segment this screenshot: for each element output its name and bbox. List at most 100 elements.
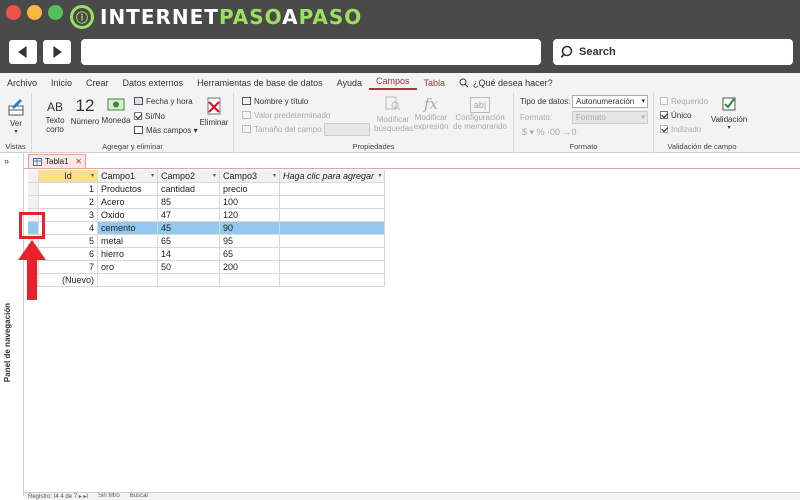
numero-label: Número [70, 117, 100, 126]
mas-campos-label: Más campos [146, 126, 192, 135]
number-12-icon: 12 [75, 96, 95, 115]
expand-chevron-icon[interactable]: » [4, 156, 9, 166]
column-header-campo3[interactable]: Campo3 ▾ [220, 170, 280, 183]
tab-ayuda[interactable]: Ayuda [330, 78, 369, 88]
nombre-label: Nombre y título [254, 97, 309, 106]
navigation-pane[interactable]: » Panel de navegación [0, 153, 24, 496]
currency-icon [107, 98, 125, 111]
tab-campos[interactable]: Campos [369, 76, 417, 90]
validacion-label: Validación [710, 115, 748, 124]
table-row-selected[interactable]: 4 cemento 45 90 [28, 222, 385, 235]
search-label: Search [579, 46, 616, 58]
checkbox-icon [660, 111, 668, 119]
url-bar[interactable] [81, 39, 541, 65]
group-propiedades: Nombre y título Valor predeterminado Tam… [234, 93, 514, 153]
delete-field-icon [207, 97, 221, 115]
lightbulb-search-icon [459, 78, 469, 88]
tab-archivo[interactable]: Archivo [0, 78, 44, 88]
moneda-label: Moneda [101, 116, 131, 125]
requerido-label: Requerido [671, 97, 708, 106]
dropdown-arrow-icon[interactable]: ▾ [378, 170, 381, 182]
formato-select: Formato ▾ [572, 111, 648, 124]
tab-crear[interactable]: Crear [79, 78, 116, 88]
search-records-input[interactable]: Buscar [130, 493, 149, 500]
dropdown-arrow-icon[interactable]: ▾ [213, 170, 216, 182]
tamano-label: Tamaño del campo [254, 125, 322, 134]
validacion-button[interactable]: Validación ▾ [710, 95, 748, 133]
group-validacion: Requerido Único Indizado Validación ▾ Va… [654, 93, 750, 153]
dropdown-arrow-icon[interactable]: ▾ [151, 170, 154, 182]
header-row: Id ▾ Campo1 ▾ Campo2 ▾ Campo3 ▾ Haga clic pa… [28, 170, 385, 183]
table-row[interactable]: 6 hierro 14 65 [28, 248, 385, 261]
ribbon: Ver ▾ Vistas AB Texto corto 12 Número Mo… [0, 93, 800, 153]
tipo-datos-value: Autonumeración [576, 97, 635, 106]
column-header-campo1[interactable]: Campo1 ▾ [98, 170, 158, 183]
minimize-window-icon[interactable] [27, 5, 42, 20]
texto-corto-label: Texto corto [45, 116, 65, 134]
column-header-id[interactable]: Id ▾ [39, 170, 98, 183]
modificar-busquedas-button: Modificar búsquedas [374, 95, 414, 133]
name-caption-icon [242, 97, 251, 105]
eliminar-button[interactable]: Eliminar [198, 96, 230, 127]
fecha-hora-label: Fecha y hora [146, 97, 193, 106]
record-navigation-bar: Registro: I4 4 de 7 ▸ ▸I Sin filtro Busc… [24, 492, 800, 500]
column-header-add[interactable]: Haga clic para agregar ▾ [280, 170, 385, 183]
column-header-campo2[interactable]: Campo2 ▾ [158, 170, 220, 183]
forward-button[interactable] [43, 40, 71, 64]
ver-button[interactable]: Ver ▾ [4, 97, 28, 137]
numero-button[interactable]: 12 Número [70, 95, 100, 126]
table-row[interactable]: 5 metal 65 95 [28, 235, 385, 248]
number-format-icons: $ ▾ % ·00 →0 [522, 127, 577, 137]
unico-checkbox[interactable]: Único [660, 111, 691, 120]
brand-text: INTERNETPASOAPASO [100, 5, 363, 29]
filter-status[interactable]: Sin filtro [98, 493, 120, 500]
back-button[interactable] [9, 40, 37, 64]
maximize-window-icon[interactable] [48, 5, 63, 20]
configuracion-label: Configuración de memorando [453, 113, 507, 131]
record-navigator[interactable]: Registro: I4 4 de 7 ▸ ▸I [28, 493, 88, 500]
group-agregar-eliminar: AB Texto corto 12 Número Moneda Fecha y … [32, 93, 234, 153]
modificar-busquedas-label: Modificar búsquedas [374, 115, 414, 133]
si-no-button[interactable]: Sí/No [134, 112, 165, 121]
close-tab-icon[interactable]: ✕ [75, 157, 82, 166]
ver-label: Ver [9, 119, 22, 128]
propiedades-group-label: Propiedades [352, 142, 395, 151]
row-selector[interactable] [28, 183, 39, 196]
texto-corto-button[interactable]: AB Texto corto [42, 98, 68, 134]
browser-chrome: ⓘ INTERNETPASOAPASO Search [0, 0, 800, 73]
formato-group-label: Formato [569, 142, 598, 151]
mas-campos-button[interactable]: Más campos ▾ [134, 126, 198, 135]
tipo-datos-select[interactable]: Autonumeración ▾ [572, 95, 648, 108]
tab-tabla[interactable]: Tabla [417, 78, 453, 88]
tab-tabla1[interactable]: Tabla1 ✕ [28, 154, 86, 168]
group-vistas: Ver ▾ Vistas [0, 93, 32, 153]
moneda-button[interactable]: Moneda [100, 96, 132, 125]
tamano-campo-label: Tamaño del campo [242, 125, 322, 134]
table-row[interactable]: 7 oro 50 200 [28, 261, 385, 274]
select-all-corner[interactable] [28, 170, 39, 183]
configuracion-memorando-button: ab| Configuración de memorando [450, 95, 510, 131]
table-row[interactable]: 1 Productos cantidad precio [28, 183, 385, 196]
valor-predeterminado-button: Valor predeterminado [242, 111, 330, 120]
annotation-highlight-box [19, 212, 45, 239]
nombre-titulo-button[interactable]: Nombre y título [242, 97, 308, 106]
tab-herramientas[interactable]: Herramientas de base de datos [190, 78, 330, 88]
table-row[interactable]: 2 Acero 85 100 [28, 196, 385, 209]
tell-me-box[interactable]: ¿Qué desea hacer? [452, 78, 560, 88]
fecha-hora-button[interactable]: Fecha y hora [134, 97, 193, 106]
tab-datos-externos[interactable]: Datos externos [116, 78, 191, 88]
dropdown-arrow-icon[interactable]: ▾ [273, 170, 276, 182]
close-window-icon[interactable] [6, 5, 21, 20]
table-row[interactable]: 3 Oxido 47 120 [28, 209, 385, 222]
new-record-row[interactable]: (Nuevo) [28, 274, 385, 287]
row-selector[interactable] [28, 196, 39, 209]
field-size-icon [242, 125, 251, 133]
tab-underline [24, 168, 800, 169]
dropdown-arrow-icon[interactable]: ▾ [91, 170, 94, 182]
back-arrow-icon [18, 46, 27, 58]
tab-inicio[interactable]: Inicio [44, 78, 79, 88]
design-view-icon [8, 99, 24, 116]
browser-search-input[interactable]: Search [553, 39, 793, 65]
forward-arrow-icon [53, 46, 62, 58]
checkbox-icon [134, 112, 142, 120]
